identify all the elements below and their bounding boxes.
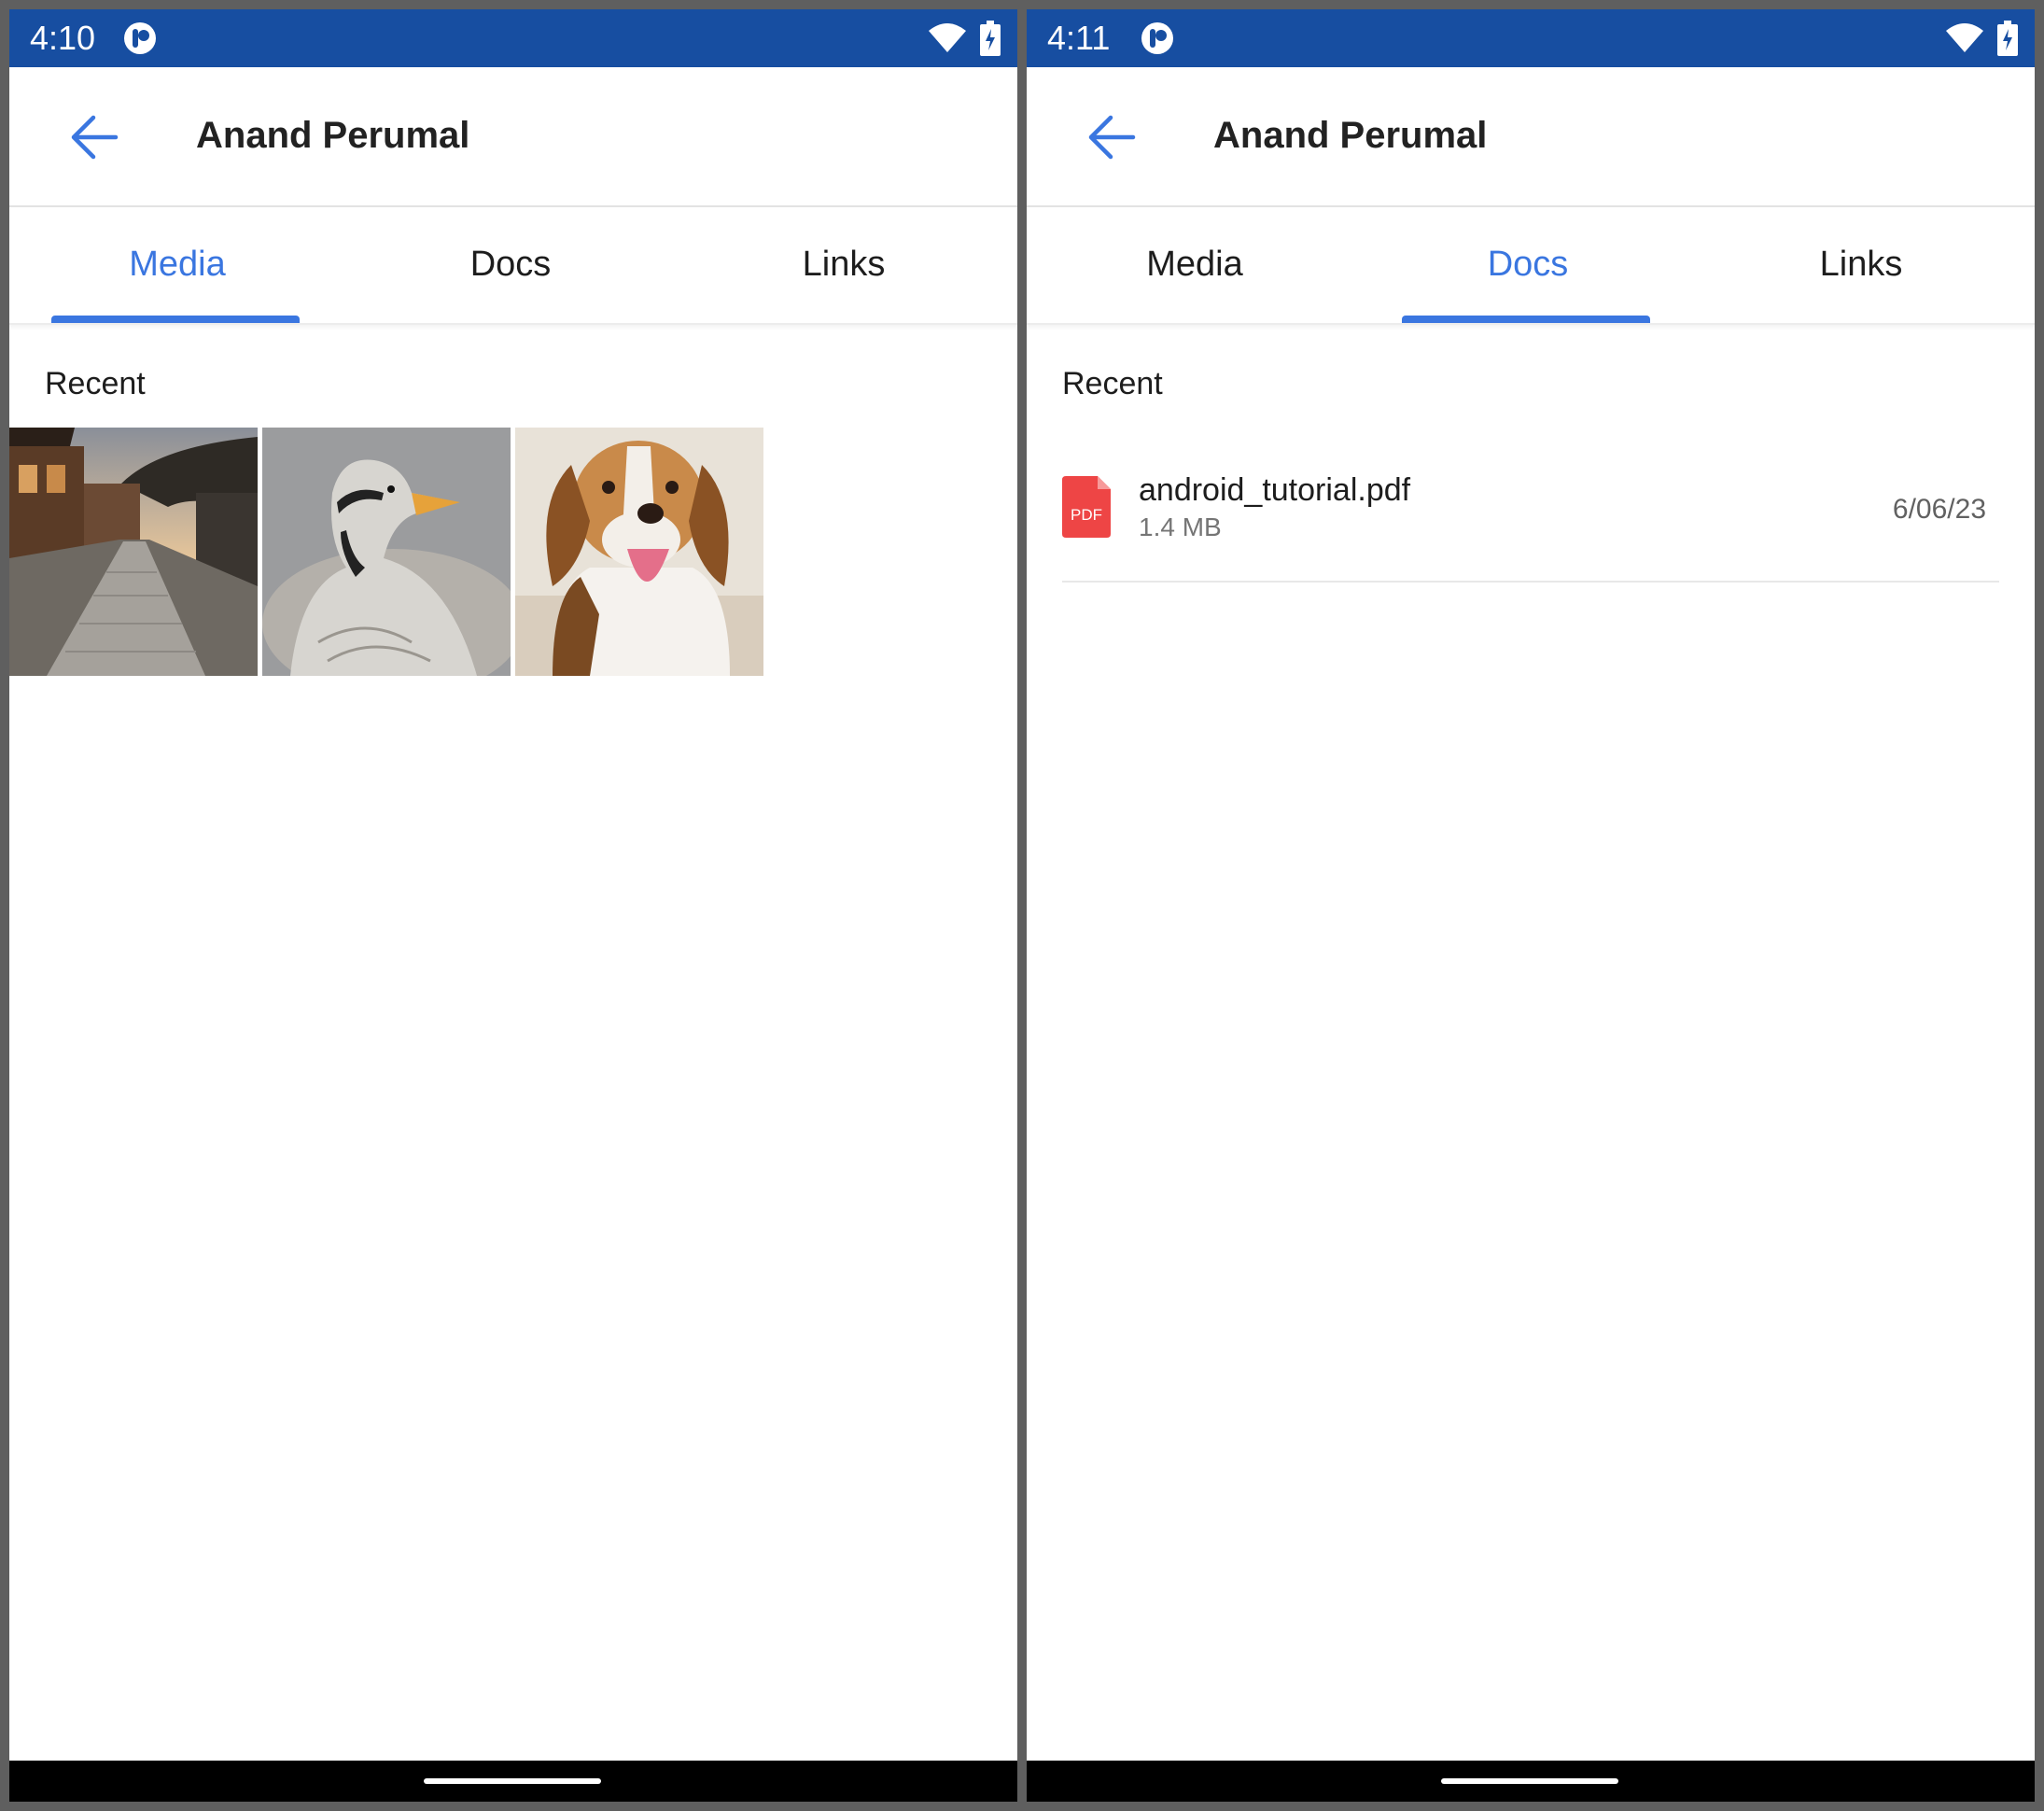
- status-bar: 4:11: [1027, 9, 2035, 67]
- pdf-file-icon: PDF: [1062, 476, 1111, 538]
- app-notification-icon: [1141, 22, 1173, 54]
- tab-bar: Media Docs Links: [9, 207, 1017, 325]
- tab-label: Media: [1146, 245, 1243, 284]
- battery-charging-icon: [980, 21, 1001, 56]
- app-bar: Anand Perumal: [1027, 67, 2035, 207]
- media-thumbnail-street[interactable]: [9, 428, 258, 676]
- tab-links[interactable]: Links: [1693, 207, 2029, 323]
- system-nav-bar: [1027, 1761, 2035, 1802]
- active-tab-indicator: [51, 316, 300, 323]
- home-gesture-handle[interactable]: [424, 1778, 601, 1784]
- tab-bar: Media Docs Links: [1027, 207, 2035, 325]
- back-button[interactable]: [1083, 108, 1141, 166]
- doc-size: 1.4 MB: [1139, 512, 1222, 541]
- tab-links[interactable]: Links: [676, 207, 1012, 323]
- section-header-recent: Recent: [45, 366, 146, 401]
- tab-label: Links: [802, 245, 886, 284]
- status-bar: 4:10: [9, 9, 1017, 67]
- screen-media-tab: 4:10 Anand Perumal Media Docs Links Rece…: [9, 9, 1017, 1802]
- arrow-left-icon: [71, 115, 119, 160]
- status-time: 4:11: [1047, 19, 1111, 57]
- media-thumbnail-goose[interactable]: [262, 428, 511, 676]
- arrow-left-icon: [1088, 115, 1136, 160]
- street-photo: [9, 428, 258, 676]
- section-header-recent: Recent: [1062, 366, 1163, 401]
- media-grid: [9, 428, 1017, 676]
- page-title: Anand Perumal: [1213, 115, 1488, 156]
- svg-text:PDF: PDF: [1071, 506, 1102, 524]
- doc-name: android_tutorial.pdf: [1139, 472, 1411, 508]
- tab-label: Media: [129, 245, 226, 284]
- beagle-photo: [515, 428, 763, 676]
- tab-media[interactable]: Media: [9, 207, 345, 323]
- tab-label: Docs: [1487, 245, 1569, 284]
- battery-charging-icon: [1997, 21, 2018, 56]
- active-tab-indicator: [1402, 316, 1650, 323]
- system-nav-bar: [9, 1761, 1017, 1802]
- tab-label: Docs: [469, 245, 552, 284]
- status-time: 4:10: [30, 19, 96, 57]
- media-thumbnail-beagle[interactable]: [515, 428, 763, 676]
- wifi-icon: [1946, 23, 1983, 52]
- tab-docs[interactable]: Docs: [1360, 207, 1696, 323]
- tab-media[interactable]: Media: [1027, 207, 1363, 323]
- doc-date: 6/06/23: [1892, 494, 1986, 525]
- app-bar: Anand Perumal: [9, 67, 1017, 207]
- page-title: Anand Perumal: [196, 115, 470, 156]
- tab-docs[interactable]: Docs: [343, 207, 679, 323]
- goose-photo: [262, 428, 511, 676]
- tab-label: Links: [1819, 245, 1903, 284]
- doc-list-item[interactable]: PDF android_tutorial.pdf 1.4 MB 6/06/23: [1062, 446, 1999, 583]
- app-notification-icon: [124, 22, 156, 54]
- back-button[interactable]: [65, 108, 123, 166]
- screen-docs-tab: 4:11 Anand Perumal Media Docs Links Rece…: [1027, 9, 2035, 1802]
- home-gesture-handle[interactable]: [1441, 1778, 1618, 1784]
- wifi-icon: [929, 23, 966, 52]
